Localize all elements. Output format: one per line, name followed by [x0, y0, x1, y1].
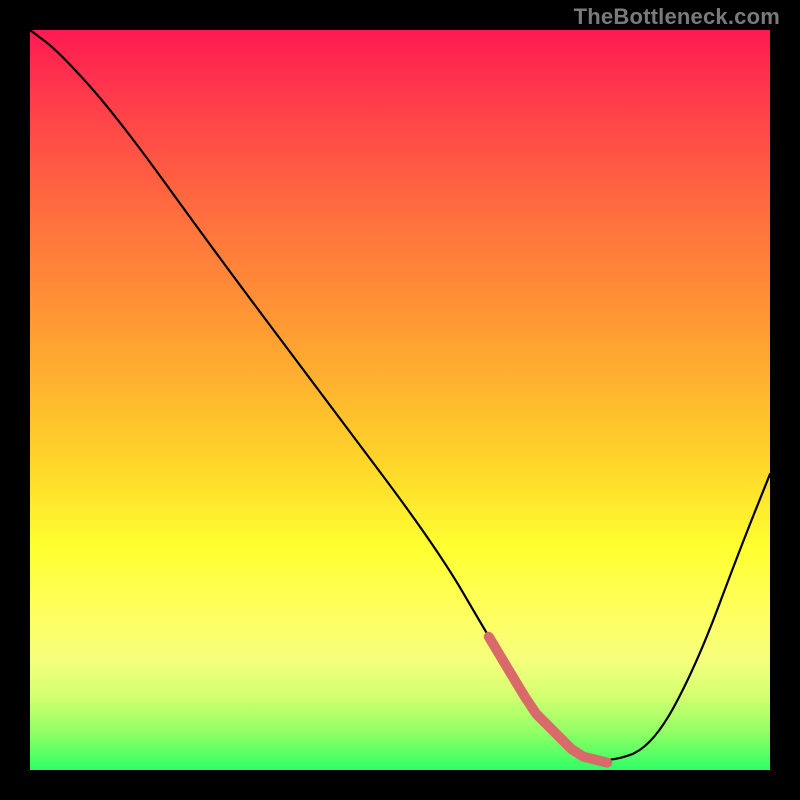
watermark-text: TheBottleneck.com — [574, 4, 780, 30]
plot-area — [30, 30, 770, 770]
optimal-range-highlight — [489, 637, 607, 763]
curve-svg — [30, 30, 770, 770]
chart-frame: TheBottleneck.com — [0, 0, 800, 800]
bottleneck-curve — [30, 30, 770, 760]
